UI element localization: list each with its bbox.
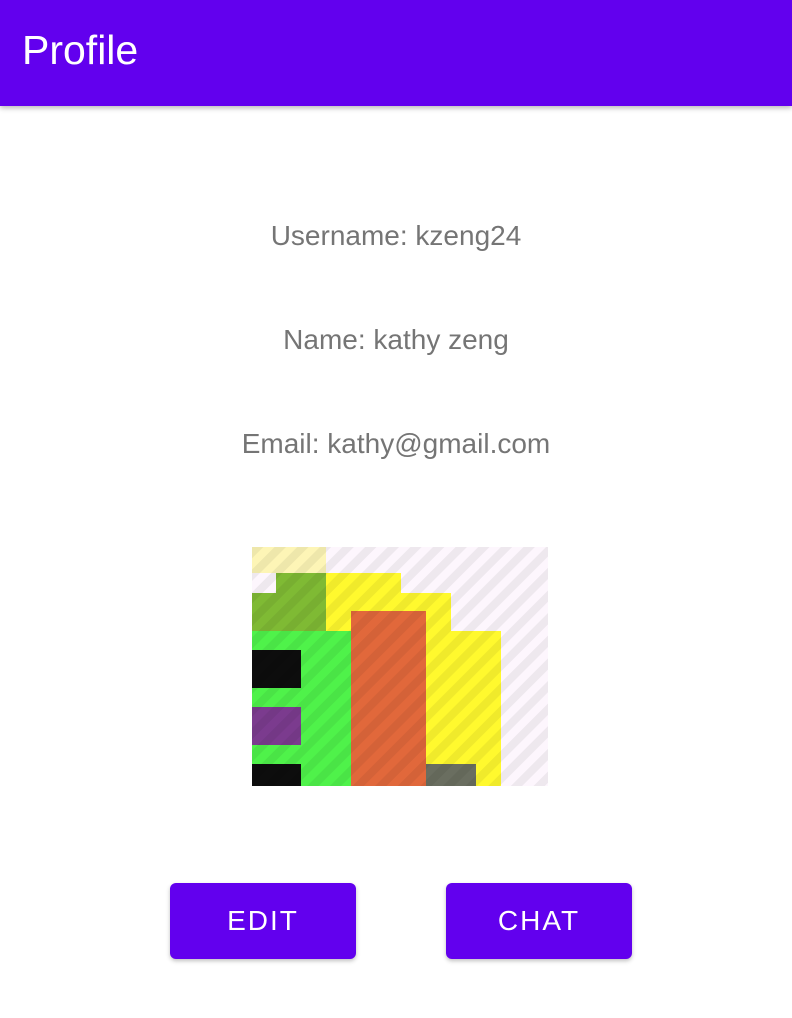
edit-button[interactable]: EDIT [170,883,356,959]
profile-picture-image [252,547,548,786]
name-text: Name: kathy zeng [283,324,509,355]
username-text: Username: kzeng24 [270,220,522,251]
page-title: Profile [22,27,139,73]
chat-button[interactable]: CHAT [446,883,632,959]
app-bar: Profile [0,0,792,106]
email-text: Email: kathy@gmail.com [241,428,551,459]
profile-picture [252,547,548,786]
